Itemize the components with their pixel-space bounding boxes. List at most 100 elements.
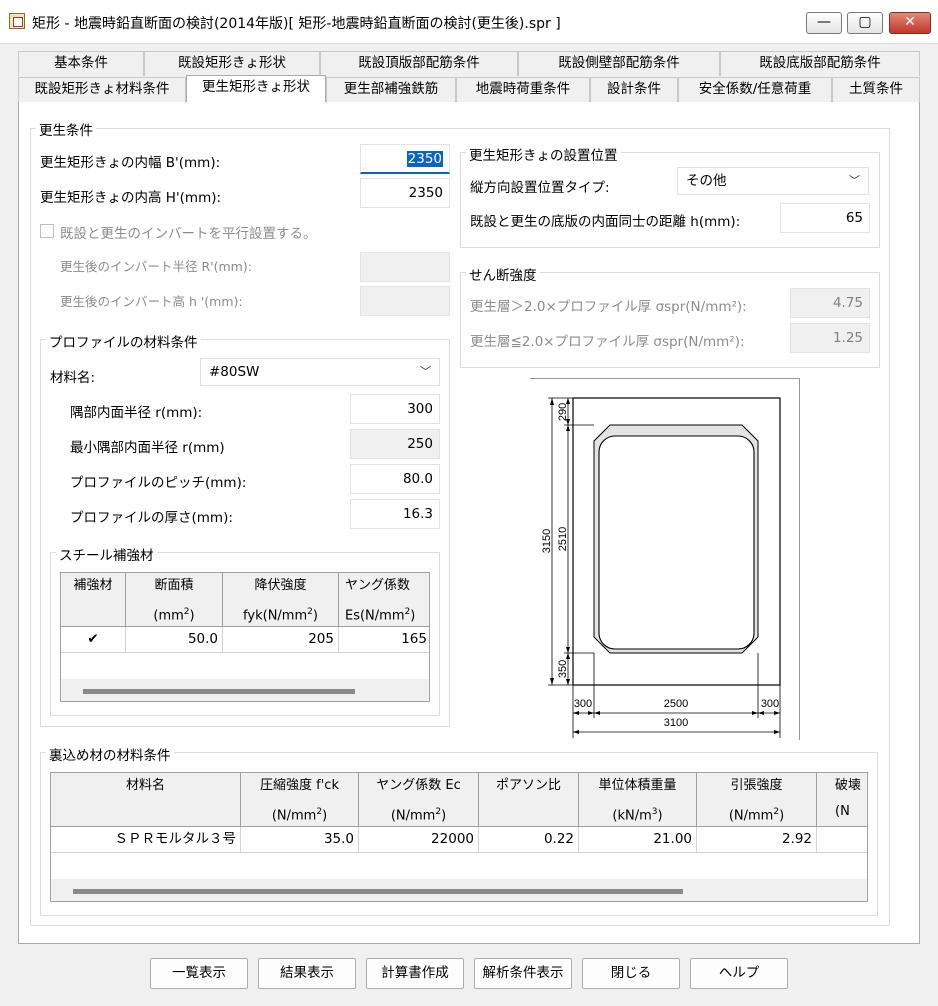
backfill-hscrollbar[interactable] bbox=[51, 879, 867, 901]
material-name-select[interactable]: #80SW ﹀ bbox=[200, 358, 440, 386]
steel-row-area[interactable]: 50.0 bbox=[126, 627, 223, 653]
create-report-button[interactable]: 計算書作成 bbox=[366, 958, 464, 989]
backfill-header-tensile: 引張強度 (N/mm2) bbox=[697, 773, 817, 827]
tab-existing-wall-rebar[interactable]: 既設側壁部配筋条件 bbox=[518, 51, 720, 76]
backfill-row-tensile[interactable]: 2.92 bbox=[697, 827, 817, 853]
dim-bottom: 350 bbox=[557, 660, 569, 678]
install-type-label: 縦方向設置位置タイプ: bbox=[470, 180, 610, 196]
chevron-down-icon: ﹀ bbox=[849, 174, 860, 187]
backfill-header-compressive: 圧縮強度 f'ck (N/mm2) bbox=[241, 773, 359, 827]
install-position-title: 更生矩形きょの設置位置 bbox=[466, 144, 621, 164]
backfill-header-young: ヤング係数 Ec (N/mm2) bbox=[359, 773, 479, 827]
thickness-input[interactable]: 16.3 bbox=[350, 499, 440, 529]
dim-outer: 3150 bbox=[541, 529, 553, 553]
dim-right: 300 bbox=[761, 698, 779, 710]
material-name-value: #80SW bbox=[209, 364, 260, 380]
tab-seismic-load[interactable]: 地震時荷重条件 bbox=[456, 77, 590, 102]
inner-width-label: 更生矩形きょの内幅 B'(mm): bbox=[40, 155, 221, 171]
backfill-header-fracture: 破壊 (N bbox=[817, 773, 867, 827]
app-icon bbox=[9, 13, 25, 29]
tab-renewal-rebar[interactable]: 更生部補強鉄筋 bbox=[326, 77, 456, 102]
steel-row-young[interactable]: 165 bbox=[339, 627, 429, 653]
dim-top: 290 bbox=[557, 403, 569, 421]
backfill-table[interactable]: 材料名 圧縮強度 f'ck (N/mm2) ヤング係数 Ec (N/mm2) ポ… bbox=[50, 772, 868, 902]
tab-existing-shape[interactable]: 既設矩形きょ形状 bbox=[144, 51, 320, 76]
steel-header-reinforcement: 補強材 bbox=[61, 573, 126, 627]
minimize-button[interactable]: — bbox=[806, 12, 842, 34]
material-name-label: 材料名: bbox=[50, 370, 96, 386]
corner-radius-label: 隅部内面半径 r(mm): bbox=[70, 405, 203, 421]
invert-height-input bbox=[360, 286, 450, 316]
invert-radius-input bbox=[360, 252, 450, 282]
steel-table[interactable]: 補強材 断面積 (mm2) 降伏強度 fyk(N/mm2) ヤング係数 Es(N… bbox=[60, 572, 430, 702]
tab-safety-factor[interactable]: 安全係数/任意荷重 bbox=[678, 77, 832, 102]
pitch-input[interactable]: 80.0 bbox=[350, 464, 440, 494]
steel-row-checkbox[interactable]: ✔ bbox=[61, 627, 126, 653]
renewal-conditions-title: 更生条件 bbox=[36, 119, 96, 139]
backfill-header-name: 材料名 bbox=[51, 773, 241, 827]
dim-inner: 2510 bbox=[557, 527, 569, 551]
list-view-button[interactable]: 一覧表示 bbox=[150, 958, 248, 989]
tab-basic[interactable]: 基本条件 bbox=[18, 51, 144, 76]
backfill-hscroll-thumb[interactable] bbox=[73, 889, 683, 894]
inner-opening bbox=[598, 435, 755, 650]
tab-soil[interactable]: 土質条件 bbox=[832, 77, 920, 102]
invert-parallel-checkbox[interactable] bbox=[40, 224, 54, 238]
steel-header-area: 断面積 (mm2) bbox=[126, 573, 223, 627]
backfill-row-unit-weight[interactable]: 21.00 bbox=[579, 827, 697, 853]
show-analysis-conditions-button[interactable]: 解析条件表示 bbox=[474, 958, 572, 989]
steel-hscroll-thumb[interactable] bbox=[83, 689, 355, 694]
help-button[interactable]: ヘルプ bbox=[690, 958, 788, 989]
steel-row-yield[interactable]: 205 bbox=[223, 627, 339, 653]
close-button[interactable]: ✕ bbox=[889, 12, 931, 34]
inner-width-input[interactable]: 2350 bbox=[360, 144, 450, 174]
shear-row1-label: 更生層＞2.0×プロファイル厚 σspr(N/mm²): bbox=[470, 299, 747, 315]
tab-existing-bottom-rebar[interactable]: 既設底版部配筋条件 bbox=[720, 51, 920, 76]
dim-left: 300 bbox=[574, 698, 592, 710]
shear-strength-title: せん断強度 bbox=[466, 264, 540, 284]
corner-radius-input[interactable]: 300 bbox=[350, 394, 440, 424]
backfill-row-young[interactable]: 22000 bbox=[359, 827, 479, 853]
dim-total: 3100 bbox=[664, 717, 688, 729]
dim-center: 2500 bbox=[664, 698, 688, 710]
pitch-label: プロファイルのピッチ(mm): bbox=[70, 475, 247, 491]
steel-hscrollbar[interactable] bbox=[61, 679, 429, 701]
title-bar: 矩形 - 地震時鉛直断面の検討(2014年版)[ 矩形-地震時鉛直断面の検討(更… bbox=[0, 0, 938, 44]
close-dialog-button[interactable]: 閉じる bbox=[582, 958, 680, 989]
inner-height-label: 更生矩形きょの内高 H'(mm): bbox=[40, 190, 222, 206]
min-corner-radius-value: 250 bbox=[350, 429, 440, 459]
backfill-material-title: 裏込め材の材料条件 bbox=[46, 744, 174, 764]
backfill-row-compressive[interactable]: 35.0 bbox=[241, 827, 359, 853]
thickness-label: プロファイルの厚さ(mm): bbox=[70, 510, 233, 526]
tab-design[interactable]: 設計条件 bbox=[590, 77, 678, 102]
show-results-button[interactable]: 結果表示 bbox=[258, 958, 356, 989]
install-type-select[interactable]: その他 ﹀ bbox=[677, 167, 869, 195]
steel-reinforcement-title: スチール補強材 bbox=[56, 544, 157, 564]
backfill-row-fracture[interactable] bbox=[817, 827, 867, 853]
tab-existing-top-rebar[interactable]: 既設頂版部配筋条件 bbox=[320, 51, 518, 76]
steel-header-yield: 降伏強度 fyk(N/mm2) bbox=[223, 573, 339, 627]
shear-row1-value: 4.75 bbox=[790, 288, 870, 318]
shear-row2-label: 更生層≦2.0×プロファイル厚 σspr(N/mm²): bbox=[470, 334, 745, 350]
invert-height-label: 更生後のインバート高 h '(mm): bbox=[60, 294, 243, 309]
chevron-down-icon: ﹀ bbox=[420, 365, 431, 378]
backfill-row-poisson[interactable]: 0.22 bbox=[479, 827, 579, 853]
bottom-distance-label: 既設と更生の底版の内面同士の距離 h(mm): bbox=[470, 214, 741, 230]
min-corner-radius-label: 最小隅部内面半径 r(mm) bbox=[70, 440, 225, 456]
shear-strength-group bbox=[460, 272, 880, 368]
shear-row2-value: 1.25 bbox=[790, 323, 870, 353]
cross-section-diagram: 290 3150 2510 350 300 2500 300 3100 bbox=[530, 378, 800, 740]
backfill-row-name[interactable]: ＳＰＲモルタル３号 bbox=[51, 827, 241, 853]
tab-existing-material[interactable]: 既設矩形きょ材料条件 bbox=[18, 77, 186, 102]
tab-renewal-shape[interactable]: 更生矩形きょ形状 bbox=[186, 75, 326, 102]
bottom-distance-input[interactable]: 65 bbox=[780, 203, 870, 233]
steel-header-young: ヤング係数 Es(N/mm2) bbox=[339, 573, 429, 627]
window-title: 矩形 - 地震時鉛直断面の検討(2014年版)[ 矩形-地震時鉛直断面の検討(更… bbox=[32, 16, 561, 32]
invert-radius-label: 更生後のインバート半径 R'(mm): bbox=[60, 259, 252, 274]
invert-parallel-label: 既設と更生のインバートを平行設置する。 bbox=[60, 226, 317, 242]
backfill-header-unit-weight: 単位体積重量 (kN/m3) bbox=[579, 773, 697, 827]
backfill-header-poisson: ポアソン比 bbox=[479, 773, 579, 827]
profile-material-title: プロファイルの材料条件 bbox=[46, 331, 201, 351]
inner-height-input[interactable]: 2350 bbox=[360, 178, 450, 208]
maximize-button[interactable]: ▢ bbox=[847, 12, 883, 34]
